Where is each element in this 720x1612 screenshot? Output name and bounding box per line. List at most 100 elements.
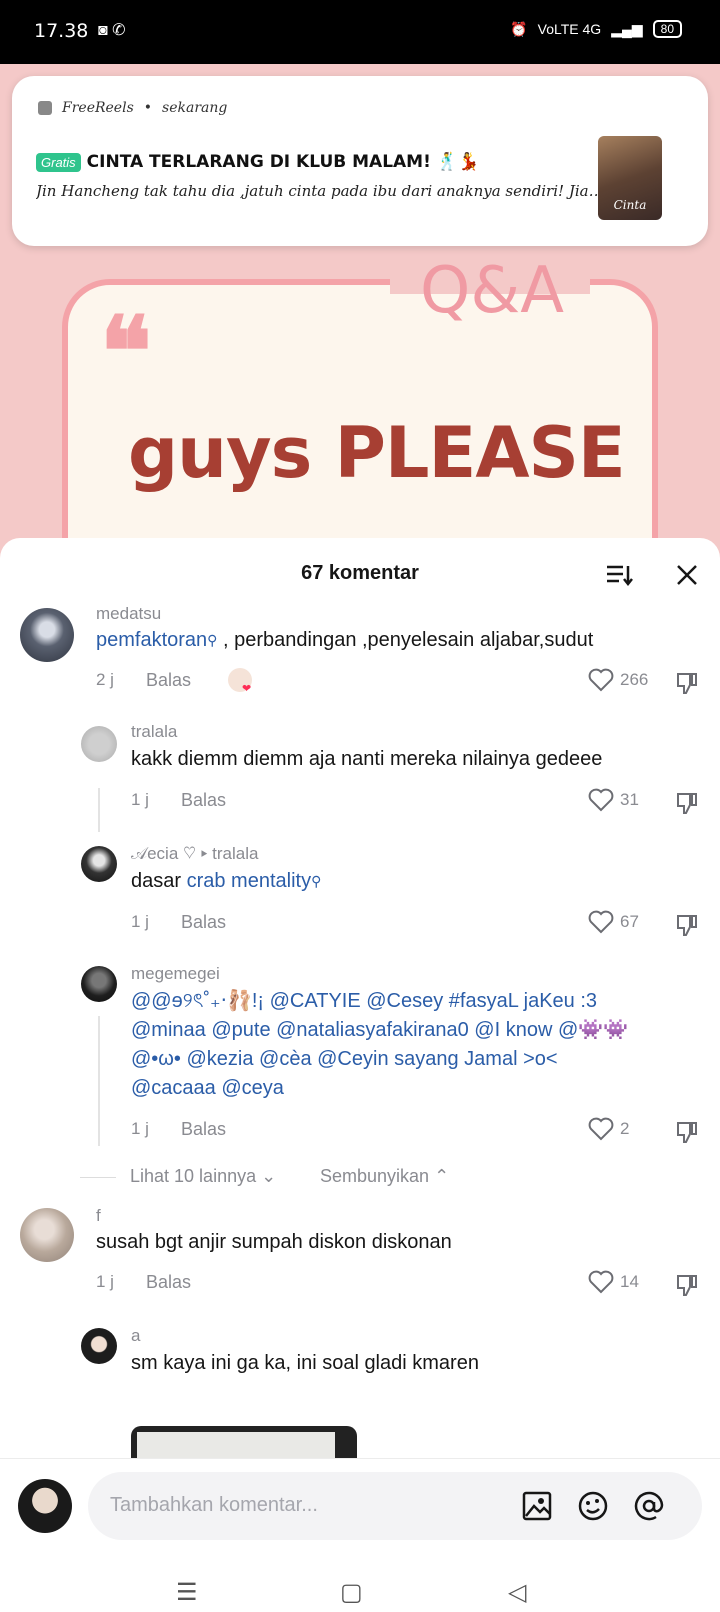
- emoji-icon[interactable]: [576, 1489, 610, 1523]
- search-link[interactable]: crab mentality: [187, 870, 312, 892]
- menu-icon[interactable]: ☰: [176, 1578, 198, 1607]
- reply-button[interactable]: Balas: [181, 1119, 226, 1140]
- thumbnail-text: Cinta: [613, 198, 647, 212]
- notification-body: Jin Hancheng tak tahu dia ,jatuh cinta p…: [36, 182, 606, 200]
- comment-username[interactable]: a: [131, 1326, 140, 1346]
- close-icon[interactable]: [672, 560, 702, 590]
- alarm-icon: ⏰: [510, 20, 528, 37]
- like-button[interactable]: 266: [588, 668, 648, 692]
- comment-username[interactable]: medatsu: [96, 604, 161, 624]
- like-count: 67: [620, 912, 639, 931]
- comment-time: 1 j: [96, 1272, 114, 1291]
- my-avatar[interactable]: [18, 1479, 72, 1533]
- avatar[interactable]: [81, 1328, 117, 1364]
- reply-button[interactable]: Balas: [146, 670, 191, 691]
- back-icon[interactable]: ◁: [508, 1578, 526, 1607]
- notification-app: FreeReels • sekarang: [38, 100, 227, 116]
- like-button[interactable]: 67: [588, 910, 639, 934]
- comment-text: sm kaya ini ga ka, ini soal gladi kmaren: [131, 1352, 479, 1374]
- push-notification[interactable]: FreeReels • sekarang Gratis CINTA TERLAR…: [12, 76, 708, 246]
- dislike-icon[interactable]: [674, 670, 700, 696]
- qa-label: Q&A: [420, 254, 565, 328]
- heart-outline-icon: [588, 668, 614, 692]
- video-title: guys PLEASE: [128, 412, 626, 494]
- chevron-down-icon: ⌄: [261, 1166, 277, 1186]
- hide-replies-label: Sembunyikan: [320, 1166, 430, 1186]
- reply-item: tralala kakk diemm diemm aja nanti merek…: [0, 718, 720, 833]
- comments-sheet: 67 komentar medatsu pemfaktoran⚲ , perba…: [0, 538, 720, 1612]
- status-bar: 17.38 ◙ ✆ ⏰ VoLTE 4G ▂▄▆ 80: [0, 0, 720, 64]
- dislike-icon[interactable]: [674, 1272, 700, 1298]
- avatar[interactable]: [20, 608, 74, 662]
- comment-input-placeholder: Tambahkan komentar...: [110, 1494, 318, 1516]
- avatar[interactable]: [81, 726, 117, 762]
- comment-mention-line[interactable]: @•ω• @kezia @cèa @Ceyin sayang Jamal >o<: [131, 1045, 558, 1074]
- reply-button[interactable]: Balas: [181, 790, 226, 811]
- dislike-icon[interactable]: [674, 1119, 700, 1145]
- comment-username-row: 𝒜ecia ♡ ▸ tralala: [131, 844, 258, 864]
- reply-item: a sm kaya ini ga ka, ini soal gladi kmar…: [0, 1322, 720, 1462]
- notification-app-name: FreeReels: [62, 100, 134, 116]
- app-icon: [38, 101, 52, 115]
- comment-time: 1 j: [131, 1119, 149, 1138]
- comment-text-rest: , perbandingan ,penyelesain aljabar,sudu…: [217, 629, 594, 651]
- comment-text: kakk diemm diemm aja nanti mereka nilain…: [131, 748, 603, 770]
- reply-arrow-icon: ▸: [200, 844, 213, 863]
- heart-outline-icon: [588, 1270, 614, 1294]
- notification-title-row: Gratis CINTA TERLARANG DI KLUB MALAM! 🕺💃: [36, 152, 479, 172]
- comment-mention-line[interactable]: @cacaaa @ceya: [131, 1074, 284, 1103]
- search-icon[interactable]: ⚲: [207, 632, 217, 648]
- notification-time: sekarang: [162, 100, 228, 116]
- comment-text-prefix: dasar: [131, 870, 187, 892]
- notification-dot: •: [143, 100, 153, 116]
- avatar[interactable]: [81, 966, 117, 1002]
- avatar[interactable]: [81, 846, 117, 882]
- sort-icon[interactable]: [604, 560, 634, 590]
- comment-text: pemfaktoran⚲ , perbandingan ,penyelesain…: [96, 626, 593, 655]
- view-more-divider: [80, 1177, 116, 1178]
- comment-text: dasar crab mentality⚲: [131, 867, 321, 896]
- dislike-icon[interactable]: [674, 790, 700, 816]
- like-count: 2: [620, 1119, 630, 1138]
- comment-username[interactable]: tralala: [131, 722, 177, 742]
- comment-username[interactable]: f: [96, 1206, 101, 1226]
- comment-time: 1 j: [131, 912, 149, 931]
- view-more-row: Lihat 10 lainnya ⌄ Sembunyikan ⌃: [0, 1163, 720, 1193]
- gratis-badge: Gratis: [36, 152, 81, 172]
- comment-text: susah bgt anjir sumpah diskon diskonan: [96, 1231, 452, 1253]
- heart-icon: ❤: [242, 683, 252, 695]
- notification-thumbnail: Cinta: [598, 136, 662, 220]
- like-button[interactable]: 14: [588, 1270, 639, 1294]
- hide-replies-button[interactable]: Sembunyikan ⌃: [320, 1166, 449, 1187]
- like-button[interactable]: 2: [588, 1117, 629, 1141]
- comment-mention-line[interactable]: @minaa @pute @nataliasyafakirana0 @I kno…: [131, 1016, 628, 1045]
- reply-button[interactable]: Balas: [181, 912, 226, 933]
- notification-title: CINTA TERLARANG DI KLUB MALAM! 🕺💃: [86, 152, 480, 172]
- comment-input[interactable]: Tambahkan komentar...: [88, 1472, 702, 1540]
- reply-button[interactable]: Balas: [146, 1272, 191, 1293]
- comment-username[interactable]: 𝒜ecia ♡: [131, 844, 196, 863]
- comment-mention-line[interactable]: @@ɘ୨ৎ˚₊‧🩰!¡ @CATYIE @Cesey #fasyaL jaKeu…: [131, 987, 597, 1016]
- reply-to-username[interactable]: tralala: [212, 844, 258, 863]
- comment-username[interactable]: megemegei: [131, 964, 220, 984]
- search-icon[interactable]: ⚲: [311, 873, 321, 889]
- avatar[interactable]: [20, 1208, 74, 1262]
- status-time: 17.38: [34, 20, 89, 42]
- battery-icon: 80: [652, 20, 682, 38]
- comment-item: f susah bgt anjir sumpah diskon diskonan…: [0, 1202, 720, 1312]
- heart-outline-icon: [588, 1117, 614, 1141]
- reply-item: 𝒜ecia ♡ ▸ tralala dasar crab mentality⚲ …: [0, 840, 720, 955]
- image-icon[interactable]: [520, 1489, 554, 1523]
- mention-icon[interactable]: [632, 1489, 666, 1523]
- like-count: 266: [620, 670, 649, 689]
- chevron-up-icon: ⌃: [434, 1166, 450, 1186]
- search-link[interactable]: pemfaktoran: [96, 629, 207, 651]
- whatsapp-icon: ◙ ✆: [98, 22, 126, 39]
- heart-outline-icon: [588, 910, 614, 934]
- comment-time: 1 j: [131, 790, 149, 809]
- home-icon[interactable]: ▢: [340, 1578, 363, 1607]
- dislike-icon[interactable]: [674, 912, 700, 938]
- view-more-replies-button[interactable]: Lihat 10 lainnya ⌄: [130, 1166, 276, 1187]
- like-button[interactable]: 31: [588, 788, 639, 812]
- heart-outline-icon: [588, 788, 614, 812]
